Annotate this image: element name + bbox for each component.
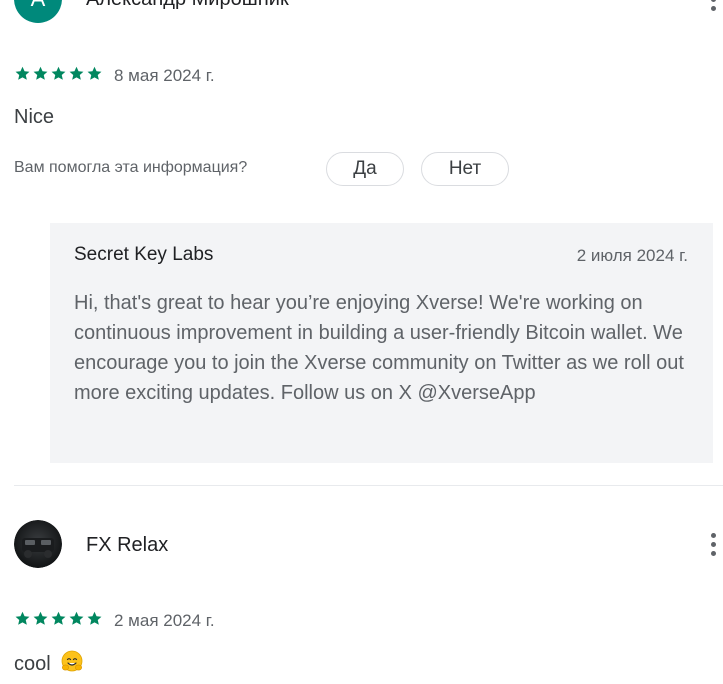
- helpful-yes-button[interactable]: Да: [326, 152, 404, 186]
- review-text-row: cool: [14, 650, 84, 676]
- star-icon: [69, 611, 84, 625]
- developer-reply: Secret Key Labs 2 июля 2024 г. Hi, that'…: [50, 223, 713, 463]
- avatar: А: [14, 0, 62, 23]
- star-icon: [69, 66, 84, 80]
- review-menu-button[interactable]: [703, 0, 723, 18]
- star-icon: [87, 611, 102, 625]
- more-vert-icon: [710, 0, 716, 2]
- review-date: 8 мая 2024 г.: [114, 66, 215, 85]
- helpful-no-button[interactable]: Нет: [421, 152, 509, 186]
- star-rating: [14, 65, 103, 82]
- review-text: cool: [14, 653, 51, 675]
- helpful-question: Вам помогла эта информация?: [14, 159, 248, 176]
- star-icon: [51, 611, 66, 625]
- star-icon: [15, 66, 30, 80]
- review-date: 2 мая 2024 г.: [114, 611, 215, 630]
- star-rating: [14, 610, 103, 627]
- developer-reply-text: Hi, that's great to hear you’re enjoying…: [74, 292, 684, 404]
- star-icon: [33, 611, 48, 625]
- review-divider: [14, 485, 723, 486]
- review-author-name: FX Relax: [86, 534, 169, 556]
- developer-reply-date: 2 июля 2024 г.: [576, 246, 688, 265]
- review-text: Nice: [14, 106, 55, 128]
- avatar-initial: А: [31, 0, 46, 12]
- more-vert-icon: [710, 532, 716, 538]
- avatar: [14, 520, 62, 568]
- star-icon: [87, 66, 102, 80]
- star-icon: [15, 611, 30, 625]
- hugging-face-emoji-icon: [61, 650, 83, 672]
- star-icon: [51, 66, 66, 80]
- review-author-name: Александр Мирошник: [86, 0, 289, 11]
- review-menu-button[interactable]: [703, 530, 723, 558]
- developer-name: Secret Key Labs: [74, 244, 214, 265]
- star-icon: [33, 66, 48, 80]
- avatar-photo: [14, 520, 62, 568]
